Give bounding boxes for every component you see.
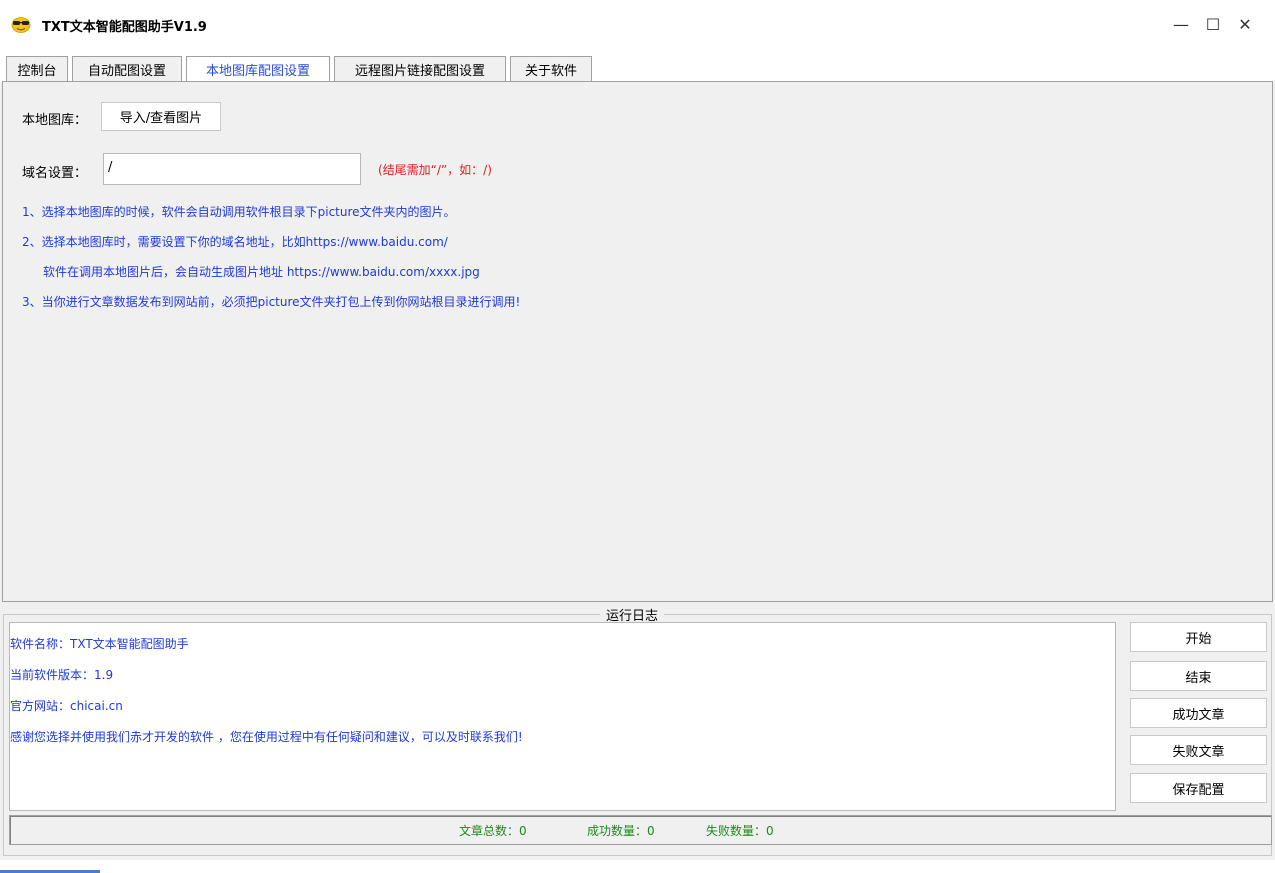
tab-remote-image-link-settings[interactable]: 远程图片链接配图设置	[334, 56, 506, 81]
minimize-button[interactable]: —	[1166, 10, 1196, 38]
maximize-button[interactable]: ☐	[1198, 10, 1228, 38]
save-config-button[interactable]: 保存配置	[1130, 773, 1267, 803]
title-bar: TXT文本智能配图助手V1.9 — ☐ ✕	[0, 0, 1275, 50]
app-window: TXT文本智能配图助手V1.9 — ☐ ✕ 控制台 自动配图设置 本地图库配图设…	[0, 0, 1275, 873]
stop-button[interactable]: 结束	[1130, 661, 1267, 691]
success-articles-button[interactable]: 成功文章	[1130, 698, 1267, 728]
gallery-label: 本地图库：	[22, 113, 88, 128]
log-line: 官方网站：chicai.cn	[10, 699, 123, 713]
tab-local-gallery-settings[interactable]: 本地图库配图设置	[186, 56, 330, 81]
info-line-1: 1、选择本地图库的时候，软件会自动调用软件根目录下picture文件夹内的图片。	[22, 205, 456, 219]
tab-about[interactable]: 关于软件	[510, 56, 592, 81]
total-articles-count: 文章总数：0	[459, 824, 527, 838]
log-line: 软件名称：TXT文本智能配图助手	[10, 637, 189, 651]
sunglasses-face-icon	[11, 17, 31, 33]
tab-console[interactable]: 控制台	[6, 56, 68, 81]
domain-input[interactable]: /	[103, 153, 361, 185]
tab-auto-image-settings[interactable]: 自动配图设置	[72, 56, 182, 81]
window-title: TXT文本智能配图助手V1.9	[42, 20, 207, 35]
bottom-strip	[0, 860, 1275, 873]
start-button[interactable]: 开始	[1130, 622, 1267, 652]
domain-hint: (结尾需加“/”，如：/)	[378, 163, 492, 177]
import-view-images-button[interactable]: 导入/查看图片	[101, 102, 221, 131]
failed-articles-button[interactable]: 失败文章	[1130, 735, 1267, 765]
run-log-textbox[interactable]: 软件名称：TXT文本智能配图助手 当前软件版本：1.9 官方网站：chicai.…	[9, 622, 1116, 811]
log-line: 当前软件版本：1.9	[10, 668, 114, 682]
close-button[interactable]: ✕	[1230, 10, 1260, 38]
domain-label: 域名设置：	[22, 166, 88, 181]
success-count: 成功数量：0	[587, 824, 655, 838]
info-line-2-continued: 软件在调用本地图片后，会自动生成图片地址 https://www.baidu.c…	[43, 265, 480, 279]
info-line-3: 3、当你进行文章数据发布到网站前，必须把picture文件夹打包上传到你网站根目…	[22, 295, 521, 309]
log-line: 感谢您选择并使用我们赤才开发的软件 ，您在使用过程中有任何疑问和建议，可以及时联…	[10, 730, 523, 744]
failed-count: 失败数量：0	[706, 824, 774, 838]
info-line-2: 2、选择本地图库时，需要设置下你的域名地址，比如https://www.baid…	[22, 235, 448, 249]
